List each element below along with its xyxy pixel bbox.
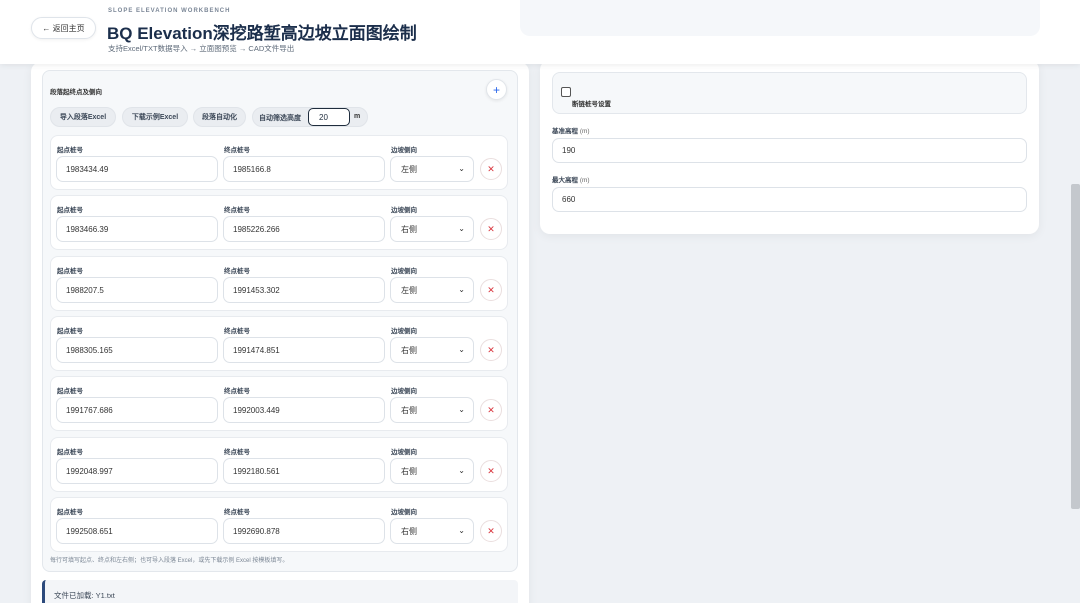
end-label: 终点桩号 [224,449,250,456]
base-elevation-title: 基准高程 [552,128,578,135]
page-scrollbar[interactable] [1071,184,1080,509]
start-label: 起点桩号 [57,388,83,395]
side-value: 右侧 [401,466,417,476]
max-elevation-unit: (m) [579,177,590,184]
max-elevation-label: 最大高程 (m) [552,174,590,184]
start-label: 起点桩号 [57,509,83,516]
side-label: 边坡侧向 [391,388,417,395]
side-select[interactable]: 右侧 ⌄ [390,397,474,423]
chevron-down-icon: ⌄ [458,285,465,294]
max-elevation-title: 最大高程 [552,177,578,184]
segment-hint: 每行可填写起点、终点和左右侧；也可导入段落 Excel，或先下载示例 Excel… [50,558,289,564]
segment-row: 起点桩号 终点桩号 边坡侧向 1988207.5 1991453.302 左侧 ⌄… [50,256,508,311]
chevron-down-icon: ⌄ [458,405,465,414]
start-station-input[interactable]: 1988305.165 [56,337,218,363]
auto-segment-button[interactable]: 段落自动化 [193,107,246,127]
side-select[interactable]: 右侧 ⌄ [390,458,474,484]
side-value: 右侧 [401,345,417,355]
broken-chain-box [552,72,1027,114]
app-header: ← 返回主页 SLOPE ELEVATION WORKBENCH BQ Elev… [0,0,1080,64]
side-value: 左侧 [401,164,417,174]
delete-row-button[interactable]: ✕ [480,279,502,301]
side-label: 边坡侧向 [391,449,417,456]
start-station-input[interactable]: 1991767.686 [56,397,218,423]
segment-row: 起点桩号 终点桩号 边坡侧向 1983466.39 1985226.266 右侧… [50,195,508,250]
side-label: 边坡侧向 [391,509,417,516]
start-station-input[interactable]: 1992508.651 [56,518,218,544]
delete-row-button[interactable]: ✕ [480,339,502,361]
side-value: 右侧 [401,405,417,415]
segment-row: 起点桩号 终点桩号 边坡侧向 1992508.651 1992690.878 右… [50,497,508,552]
download-sample-excel-button[interactable]: 下载示例Excel [122,107,188,127]
end-label: 终点桩号 [224,388,250,395]
side-select[interactable]: 左侧 ⌄ [390,156,474,182]
back-home-button[interactable]: ← 返回主页 [31,17,96,39]
side-select[interactable]: 右侧 ⌄ [390,337,474,363]
delete-row-button[interactable]: ✕ [480,460,502,482]
delete-row-button[interactable]: ✕ [480,399,502,421]
max-elevation-input[interactable]: 660 [552,187,1027,212]
segment-row: 起点桩号 终点桩号 边坡侧向 1991767.686 1992003.449 右… [50,376,508,431]
end-station-input[interactable]: 1985226.266 [223,216,385,242]
end-label: 终点桩号 [224,207,250,214]
start-station-input[interactable]: 1992048.997 [56,458,218,484]
base-elevation-input[interactable]: 190 [552,138,1027,163]
side-value: 左侧 [401,285,417,295]
side-value: 右侧 [401,224,417,234]
delete-row-button[interactable]: ✕ [480,520,502,542]
auto-filter-height-input[interactable]: 20 [308,108,350,126]
start-station-input[interactable]: 1983434.49 [56,156,218,182]
end-station-input[interactable]: 1992180.561 [223,458,385,484]
segment-row: 起点桩号 终点桩号 边坡侧向 1992048.997 1992180.561 右… [50,437,508,492]
segment-heading: 段落起终点及侧向 [50,89,102,96]
start-label: 起点桩号 [57,207,83,214]
broken-chain-label: 断链桩号设置 [572,101,611,108]
side-select[interactable]: 左侧 ⌄ [390,277,474,303]
end-label: 终点桩号 [224,328,250,335]
broken-chain-checkbox[interactable] [561,87,571,97]
end-station-input[interactable]: 1991453.302 [223,277,385,303]
add-segment-button[interactable]: + [486,79,507,100]
side-label: 边坡侧向 [391,147,417,154]
start-label: 起点桩号 [57,328,83,335]
end-label: 终点桩号 [224,268,250,275]
segment-row: 起点桩号 终点桩号 边坡侧向 1988305.165 1991474.851 右… [50,316,508,371]
app-kicker: SLOPE ELEVATION WORKBENCH [108,8,231,14]
page-title: BQ Elevation深挖路堑高边坡立面图绘制 [107,24,417,43]
import-segment-excel-button[interactable]: 导入段落Excel [50,107,116,127]
side-label: 边坡侧向 [391,268,417,275]
end-station-input[interactable]: 1992003.449 [223,397,385,423]
segment-row: 起点桩号 终点桩号 边坡侧向 1983434.49 1985166.8 左侧 ⌄ … [50,135,508,190]
chevron-down-icon: ⌄ [458,224,465,233]
header-decor [520,0,1040,36]
chevron-down-icon: ⌄ [458,526,465,535]
start-label: 起点桩号 [57,449,83,456]
base-elevation-label: 基准高程 (m) [552,125,590,135]
start-label: 起点桩号 [57,147,83,154]
delete-row-button[interactable]: ✕ [480,158,502,180]
end-station-input[interactable]: 1991474.851 [223,337,385,363]
side-value: 右侧 [401,526,417,536]
chevron-down-icon: ⌄ [458,466,465,475]
auto-filter-label: 自动筛选高度 [259,115,301,122]
side-select[interactable]: 右侧 ⌄ [390,216,474,242]
start-station-input[interactable]: 1983466.39 [56,216,218,242]
chevron-down-icon: ⌄ [458,164,465,173]
end-label: 终点桩号 [224,147,250,154]
chevron-down-icon: ⌄ [458,345,465,354]
auto-filter-unit: m [354,113,361,120]
base-elevation-unit: (m) [579,128,590,135]
side-select[interactable]: 右侧 ⌄ [390,518,474,544]
side-label: 边坡侧向 [391,207,417,214]
end-station-input[interactable]: 1985166.8 [223,156,385,182]
delete-row-button[interactable]: ✕ [480,218,502,240]
start-label: 起点桩号 [57,268,83,275]
end-station-input[interactable]: 1992690.878 [223,518,385,544]
file-loaded-text: 文件已加载: Y1.txt [54,591,115,600]
end-label: 终点桩号 [224,509,250,516]
start-station-input[interactable]: 1988207.5 [56,277,218,303]
side-label: 边坡侧向 [391,328,417,335]
page-subtitle: 支持Excel/TXT数据导入 → 立面图预览 → CAD文件导出 [108,44,295,53]
